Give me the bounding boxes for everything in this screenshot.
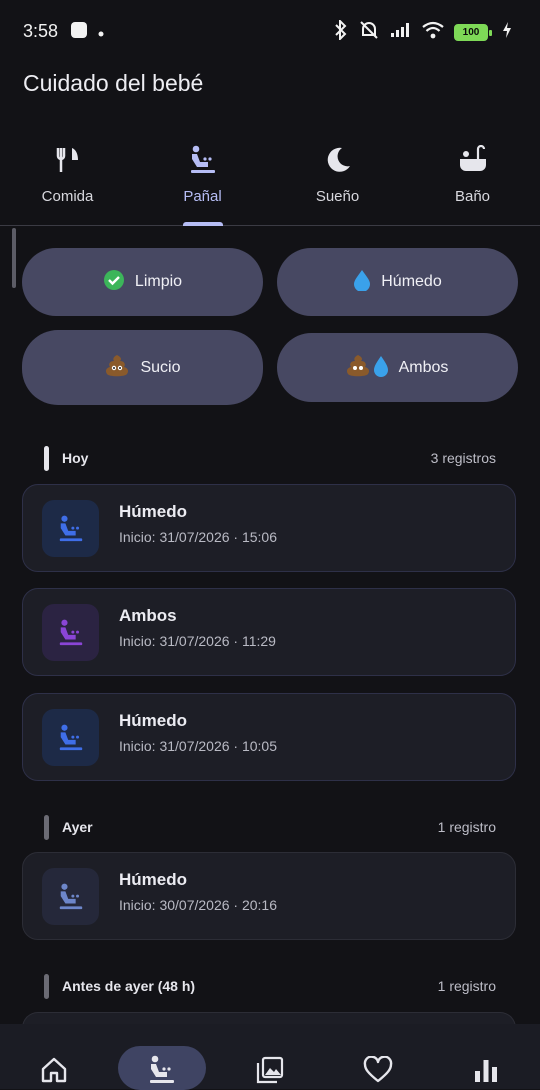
list-item[interactable]: Húmedo Inicio: 31/07/2026 · 10:05 bbox=[22, 693, 516, 781]
section-header-ayer: Ayer 1 registro bbox=[22, 813, 496, 841]
moon-icon bbox=[322, 144, 354, 176]
entry-title: Ambos bbox=[119, 606, 177, 625]
nav-favorites[interactable] bbox=[324, 1024, 432, 1089]
status-bar: 3:58 100 bbox=[0, 0, 540, 60]
sucio-button[interactable]: Sucio bbox=[22, 330, 263, 405]
notification-dot-icon bbox=[98, 24, 104, 42]
section-count: 3 registros bbox=[430, 450, 496, 466]
droplet-icon bbox=[353, 269, 371, 295]
category-tabs: Comida Pañal Sueño Baño bbox=[0, 130, 540, 226]
check-icon bbox=[103, 269, 125, 295]
list-item[interactable]: Húmedo Inicio: 30/07/2026 · 20:16 bbox=[22, 852, 516, 940]
section-bar bbox=[44, 445, 49, 471]
entry-subtitle: Inicio: 30/07/2026 · 20:16 bbox=[119, 897, 278, 913]
section-title: Ayer bbox=[62, 819, 93, 835]
section-count: 1 registro bbox=[437, 978, 496, 994]
button-label: Húmedo bbox=[381, 273, 442, 290]
section-header-hoy: Hoy 3 registros bbox=[22, 444, 496, 472]
section-bar bbox=[44, 814, 49, 840]
diaper-change-icon bbox=[147, 1055, 177, 1085]
humedo-button[interactable]: Húmedo bbox=[277, 248, 518, 316]
tab-panal[interactable]: Pañal bbox=[135, 130, 270, 226]
tab-label: Pañal bbox=[183, 188, 222, 205]
entry-subtitle: Inicio: 31/07/2026 · 11:29 bbox=[119, 633, 276, 649]
heart-icon bbox=[363, 1055, 393, 1085]
section-title: Antes de ayer (48 h) bbox=[62, 978, 196, 994]
nav-gallery[interactable] bbox=[216, 1024, 324, 1089]
active-tab-indicator bbox=[182, 222, 223, 226]
battery-icon: 100 bbox=[454, 24, 492, 41]
nav-stats[interactable] bbox=[432, 1024, 540, 1089]
diaper-change-icon bbox=[42, 500, 99, 557]
status-right-icons: 100 bbox=[334, 18, 512, 45]
status-left-icons bbox=[70, 21, 104, 44]
charging-icon bbox=[502, 22, 512, 43]
tab-comida[interactable]: Comida bbox=[0, 130, 135, 225]
section-count: 1 registro bbox=[437, 819, 496, 835]
entry-title: Húmedo bbox=[119, 870, 187, 889]
tab-label: Comida bbox=[41, 188, 94, 205]
nav-home[interactable] bbox=[0, 1024, 108, 1089]
button-label: Limpio bbox=[134, 273, 183, 290]
tab-label: Baño bbox=[454, 188, 491, 205]
diaper-change-icon bbox=[187, 144, 219, 176]
poop-droplet-icon bbox=[346, 354, 389, 382]
entry-title: Húmedo bbox=[119, 502, 187, 521]
poop-icon bbox=[104, 354, 130, 382]
home-icon bbox=[39, 1055, 69, 1085]
bell-muted-icon bbox=[358, 20, 380, 45]
list-item[interactable]: Ambos Inicio: 31/07/2026 · 11:29 bbox=[22, 588, 516, 676]
tab-bano[interactable]: Baño bbox=[405, 130, 540, 225]
limpio-button[interactable]: Limpio bbox=[22, 248, 263, 316]
diaper-change-icon bbox=[42, 868, 99, 925]
bottom-navigation bbox=[0, 1024, 540, 1090]
section-header-antes-de-ayer: Antes de ayer (48 h) 1 registro bbox=[22, 972, 496, 1000]
notification-square-icon bbox=[70, 21, 88, 44]
scrollbar[interactable] bbox=[12, 228, 16, 288]
ambos-button[interactable]: Ambos bbox=[277, 333, 518, 402]
tab-label: Sueño bbox=[315, 188, 360, 205]
diaper-change-icon bbox=[42, 709, 99, 766]
gallery-icon bbox=[255, 1055, 285, 1085]
button-label: Sucio bbox=[140, 358, 181, 376]
entry-subtitle: Inicio: 31/07/2026 · 10:05 bbox=[119, 738, 278, 754]
nav-diaper[interactable] bbox=[108, 1024, 216, 1090]
battery-level: 100 bbox=[462, 27, 480, 38]
status-time: 3:58 bbox=[23, 21, 59, 41]
utensils-icon bbox=[52, 144, 84, 176]
entry-title: Húmedo bbox=[119, 711, 187, 730]
list-item[interactable]: Húmedo Inicio: 31/07/2026 · 15:06 bbox=[22, 484, 516, 572]
wifi-icon bbox=[422, 21, 444, 44]
entry-subtitle: Inicio: 31/07/2026 · 15:06 bbox=[119, 529, 278, 545]
bathtub-icon bbox=[457, 144, 489, 176]
section-title: Hoy bbox=[62, 450, 89, 466]
bluetooth-icon bbox=[334, 18, 348, 45]
section-bar bbox=[44, 973, 49, 999]
signal-icon bbox=[390, 22, 412, 43]
bar-chart-icon bbox=[471, 1055, 501, 1085]
page-title: Cuidado del bebé bbox=[23, 70, 204, 96]
tab-sueno[interactable]: Sueño bbox=[270, 130, 405, 225]
diaper-change-icon bbox=[42, 604, 99, 661]
button-label: Ambos bbox=[398, 358, 449, 376]
